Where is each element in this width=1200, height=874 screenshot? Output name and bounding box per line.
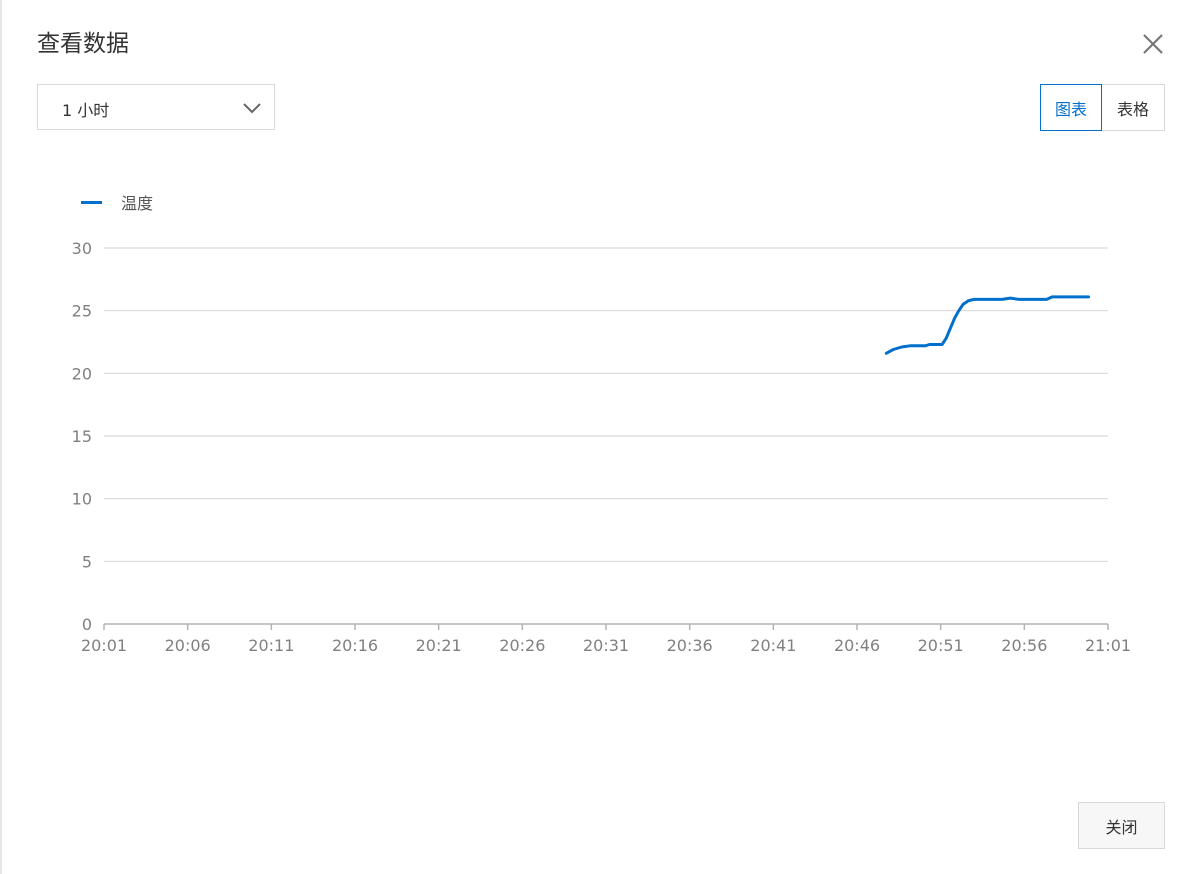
x-tick-label: 20:11: [248, 636, 294, 655]
x-tick-label: 21:01: [1085, 636, 1131, 655]
x-tick-label: 20:46: [834, 636, 880, 655]
series-line-temperature: [884, 295, 1090, 355]
y-tick-label: 10: [72, 490, 92, 509]
x-tick-label: 20:06: [165, 636, 211, 655]
temperature-line-chart: 0 5 10 15 20 25 30 20:01 20:06 20:11 20:16 20:21 20:…: [72, 239, 1131, 655]
view-data-dialog: 查看数据 1 小时 图表 表格 温度 0 5 10 15 20 25 30 20:01 20:0…: [0, 0, 1200, 874]
y-tick-label: 30: [72, 239, 92, 258]
y-tick-label: 5: [82, 552, 92, 571]
x-tick-label: 20:21: [416, 636, 462, 655]
x-tick-label: 20:26: [499, 636, 545, 655]
x-tick-label: 20:51: [918, 636, 964, 655]
tab-chart[interactable]: 图表: [1040, 84, 1102, 131]
x-tick-label: 20:31: [583, 636, 629, 655]
x-tick-label: 20:41: [750, 636, 796, 655]
x-tick-label: 20:16: [332, 636, 378, 655]
close-button[interactable]: 关闭: [1078, 802, 1165, 849]
x-tick-label: 20:01: [81, 636, 127, 655]
x-tick-label: 20:36: [667, 636, 713, 655]
x-tick-label: 20:56: [1001, 636, 1047, 655]
y-tick-label: 0: [82, 615, 92, 634]
y-tick-label: 15: [72, 427, 92, 446]
y-tick-label: 25: [72, 302, 92, 321]
y-tick-label: 20: [72, 364, 92, 383]
